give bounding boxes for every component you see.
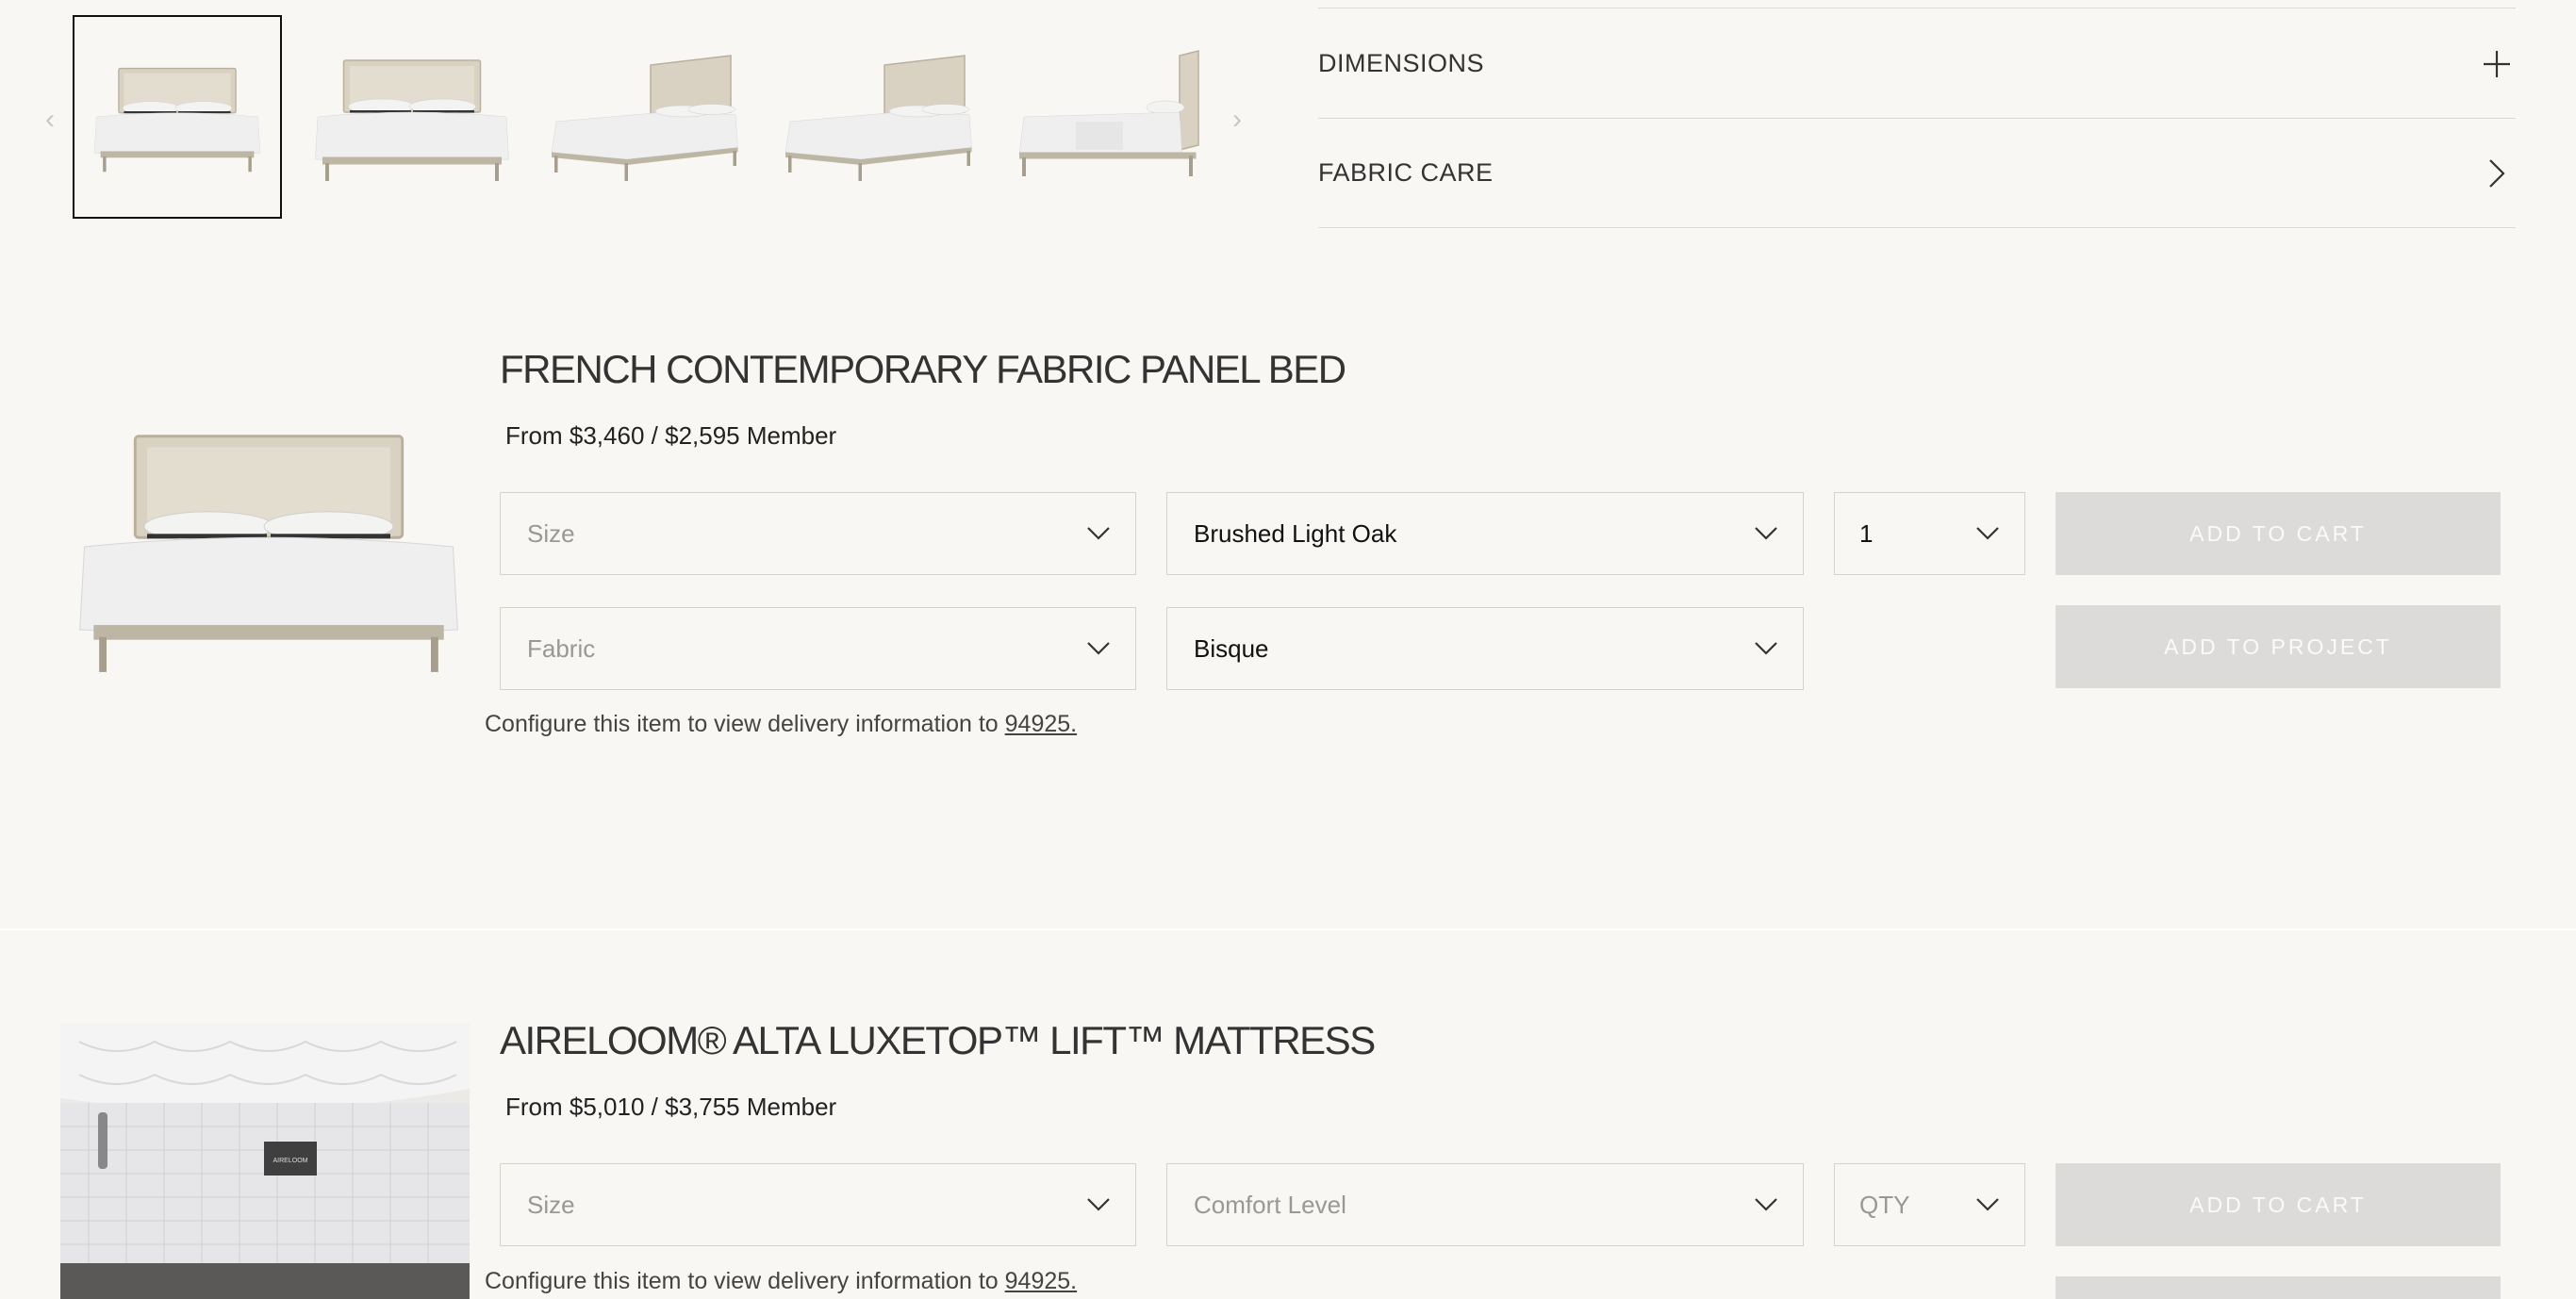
chevron-right-icon bbox=[2478, 155, 2516, 192]
quantity-select[interactable]: QTY bbox=[1834, 1163, 2025, 1246]
select-value: Bisque bbox=[1194, 633, 1269, 663]
select-placeholder: Comfort Level bbox=[1194, 1190, 1346, 1219]
thumbnail-5[interactable] bbox=[1009, 15, 1218, 219]
price-separator: / bbox=[651, 421, 658, 450]
delivery-info: Configure this item to view delivery inf… bbox=[485, 711, 1077, 738]
zip-code-link[interactable]: 94925. bbox=[1005, 1268, 1077, 1294]
accordion-dimensions[interactable]: DIMENSIONS bbox=[1318, 9, 2516, 119]
mattress-label: AIRELOOM bbox=[273, 1158, 308, 1164]
product-image[interactable]: AIRELOOM bbox=[60, 1023, 470, 1299]
chevron-down-icon bbox=[1754, 641, 1778, 656]
section-divider bbox=[0, 929, 2576, 930]
chevron-right-icon[interactable]: › bbox=[1232, 106, 1242, 134]
add-to-cart-button[interactable]: ADD TO CART bbox=[2056, 492, 2501, 575]
select-value: 1 bbox=[1859, 518, 1874, 548]
thumbnail-4[interactable] bbox=[775, 15, 984, 219]
chevron-left-icon[interactable]: ‹ bbox=[45, 106, 55, 134]
delivery-text: Configure this item to view delivery inf… bbox=[485, 1268, 999, 1294]
select-placeholder: Size bbox=[527, 518, 575, 548]
quantity-select[interactable]: 1 bbox=[1834, 492, 2025, 575]
chevron-down-icon bbox=[1086, 1197, 1111, 1212]
select-placeholder: Size bbox=[527, 1190, 575, 1219]
thumbnail-2[interactable] bbox=[307, 15, 517, 219]
accordion-label: FABRIC CARE bbox=[1318, 158, 1494, 187]
thumbnail-3[interactable] bbox=[541, 15, 751, 219]
fabric-select[interactable]: Fabric bbox=[500, 607, 1136, 690]
chevron-down-icon bbox=[1975, 526, 2000, 541]
price-from: From $5,010 bbox=[505, 1093, 645, 1121]
size-select[interactable]: Size bbox=[500, 492, 1136, 575]
add-to-project-button[interactable]: ADD TO PROJECT bbox=[2056, 605, 2501, 688]
color-select[interactable]: Bisque bbox=[1166, 607, 1804, 690]
price-member: $3,755 Member bbox=[665, 1093, 837, 1121]
chevron-down-icon bbox=[1754, 526, 1778, 541]
comfort-level-select[interactable]: Comfort Level bbox=[1166, 1163, 1804, 1246]
product-price: From $5,010 / $3,755 Member bbox=[505, 1093, 836, 1122]
price-from: From $3,460 bbox=[505, 421, 645, 450]
chevron-down-icon bbox=[1975, 1197, 2000, 1212]
size-select[interactable]: Size bbox=[500, 1163, 1136, 1246]
delivery-text: Configure this item to view delivery inf… bbox=[485, 711, 999, 737]
add-to-project-button[interactable] bbox=[2056, 1276, 2501, 1299]
chevron-down-icon bbox=[1086, 526, 1111, 541]
chevron-down-icon bbox=[1754, 1197, 1778, 1212]
price-member: $2,595 Member bbox=[665, 421, 837, 450]
select-placeholder: Fabric bbox=[527, 633, 596, 663]
accordion-label: DIMENSIONS bbox=[1318, 49, 1485, 77]
product-title[interactable]: AIRELOOM® ALTA LUXETOP™ LIFT™ MATTRESS bbox=[500, 1018, 1376, 1063]
product-price: From $3,460 / $2,595 Member bbox=[505, 421, 836, 451]
product-title[interactable]: FRENCH CONTEMPORARY FABRIC PANEL BED bbox=[500, 347, 1346, 392]
price-separator: / bbox=[651, 1093, 658, 1121]
plus-icon bbox=[2478, 45, 2516, 83]
thumbnail-1[interactable] bbox=[73, 15, 282, 219]
add-to-cart-button[interactable]: ADD TO CART bbox=[2056, 1163, 2501, 1246]
select-value: Brushed Light Oak bbox=[1194, 518, 1397, 548]
select-placeholder: QTY bbox=[1859, 1190, 1910, 1219]
finish-select[interactable]: Brushed Light Oak bbox=[1166, 492, 1804, 575]
accordion-fabric-care[interactable]: FABRIC CARE bbox=[1318, 119, 2516, 228]
chevron-down-icon bbox=[1086, 641, 1111, 656]
delivery-info: Configure this item to view delivery inf… bbox=[485, 1268, 1077, 1295]
product-image[interactable] bbox=[66, 415, 471, 679]
zip-code-link[interactable]: 94925. bbox=[1005, 711, 1077, 737]
